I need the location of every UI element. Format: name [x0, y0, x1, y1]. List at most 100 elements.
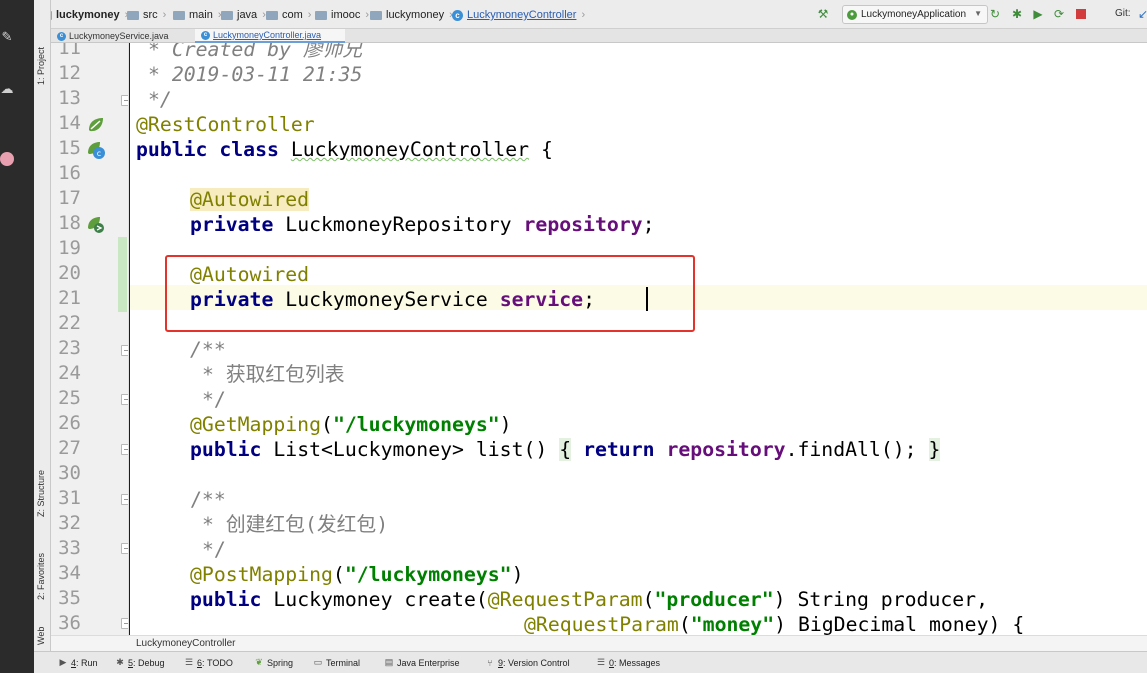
app-avatar-icon[interactable] [0, 152, 14, 166]
editor-gutter: 11 12 13 14 15 16 17 18 19 20 21 22 23 2… [51, 43, 129, 635]
breadcrumb-main[interactable]: main › [173, 7, 222, 23]
web-tool-tab[interactable]: Web [34, 608, 51, 648]
fold-marker-icon[interactable] [121, 345, 128, 356]
tab-debug[interactable]: ✱ 5: Debug [115, 655, 164, 670]
line-number: 13 [58, 87, 81, 109]
breadcrumb-com[interactable]: com › [266, 7, 311, 23]
terminal-icon: ▭ [313, 657, 323, 667]
line-number: 24 [58, 362, 81, 384]
code-line-14: @RestController [136, 113, 315, 136]
tab-java-enterprise[interactable]: ▤ Java Enterprise [384, 655, 460, 670]
favorites-tool-tab[interactable]: 2: Favorites [34, 530, 51, 605]
editor-breadcrumb-class[interactable]: LuckymoneyController [136, 638, 236, 649]
code-line-36: @RequestParam("money") BigDecimal money)… [524, 613, 1025, 635]
code-line-33: */ [202, 538, 226, 561]
spring-bean-icon[interactable] [86, 115, 106, 135]
line-number: 35 [58, 587, 81, 609]
code-editor[interactable]: * Created by 廖师兄 * 2019-03-11 21:35 */ @… [130, 43, 1147, 635]
line-number: 15 [58, 137, 81, 159]
fold-marker-icon[interactable] [121, 618, 128, 629]
line-number: 22 [58, 312, 81, 334]
folder-icon [370, 10, 382, 20]
fold-marker-icon[interactable] [121, 543, 128, 554]
git-label: Git: [1115, 8, 1131, 19]
editor-breadcrumb: LuckymoneyController [51, 635, 1147, 651]
line-number: 32 [58, 512, 81, 534]
line-number: 16 [58, 162, 81, 184]
build-hammer-icon[interactable]: ⚒ [816, 7, 830, 21]
code-line-11: * Created by 廖师兄 [148, 43, 363, 61]
spring-class-icon[interactable]: c [86, 140, 106, 160]
code-line-27: public List<Luckymoney> list() { return … [190, 438, 941, 461]
structure-tool-tab[interactable]: Z: Structure [34, 455, 51, 525]
run-configuration-select[interactable]: ● LuckymoneyApplication ▼ [842, 5, 988, 24]
pencil-icon[interactable]: ✎ [0, 30, 14, 44]
update-running-icon[interactable]: ⟳ [1052, 7, 1066, 21]
rerun-icon[interactable]: ↻ [988, 7, 1002, 21]
java-enterprise-icon: ▤ [384, 657, 394, 667]
breadcrumb-project[interactable]: luckymoney› [40, 7, 128, 23]
tab-terminal[interactable]: ▭ Terminal [313, 655, 360, 670]
fold-marker-icon[interactable] [121, 494, 128, 505]
editor-tab-bar: c LuckymoneyService.java c LuckymoneyCon… [51, 29, 1147, 43]
class-icon: c [57, 31, 66, 41]
tab-messages[interactable]: ☰ 0: Messages [596, 655, 660, 670]
tab-luckymoney-service[interactable]: c LuckymoneyService.java [51, 29, 191, 43]
line-number: 25 [58, 387, 81, 409]
vcs-change-marker[interactable] [118, 237, 127, 312]
tab-run[interactable]: ▶ 4: Run [58, 655, 98, 670]
code-line-34: @PostMapping("/luckymoneys") [190, 563, 524, 586]
breadcrumb-imooc[interactable]: imooc › [315, 7, 369, 23]
line-number: 11 [58, 43, 81, 59]
line-number: 27 [58, 437, 81, 459]
tab-luckymoney-controller[interactable]: c LuckymoneyController.java [195, 29, 345, 43]
code-line-32: * 创建红包(发红包) [202, 513, 389, 536]
fold-marker-icon[interactable] [121, 394, 128, 405]
line-number: 26 [58, 412, 81, 434]
tab-todo[interactable]: ☰ 6: TODO [184, 655, 233, 670]
line-number: 19 [58, 237, 81, 259]
project-tool-tab[interactable]: 1: Project [34, 30, 51, 90]
class-icon: c [201, 30, 210, 40]
navigation-bar: luckymoney› src› main› java› com› imooc›… [34, 0, 1147, 29]
line-number: 12 [58, 62, 81, 84]
code-line-24: * 获取红包列表 [202, 363, 345, 386]
line-number: 30 [58, 462, 81, 484]
folder-icon [127, 10, 139, 20]
run-coverage-icon[interactable]: ▶ [1031, 7, 1045, 21]
folder-icon [173, 10, 185, 20]
code-line-26: @GetMapping("/luckymoneys") [190, 413, 512, 436]
debug-icon: ✱ [116, 657, 124, 667]
code-line-18: private LuckmoneyRepository repository; [190, 213, 655, 236]
code-line-15: public class LuckymoneyController { [136, 138, 553, 161]
breadcrumb-java[interactable]: java › [221, 7, 266, 23]
left-tool-window-bar: 1: Project Z: Structure 2: Favorites Web [34, 0, 51, 651]
fold-marker-icon[interactable] [121, 444, 128, 455]
stop-icon[interactable] [1074, 7, 1088, 21]
bottom-tool-window-bar: ▶ 4: Run ✱ 5: Debug ☰ 6: TODO ❦ Spring ▭ Term… [34, 651, 1147, 673]
debug-bug-icon[interactable]: ✱ [1010, 7, 1024, 21]
git-update-icon[interactable]: ↙ [1136, 7, 1147, 21]
autowired-navigate-icon[interactable] [86, 215, 106, 235]
fold-marker-icon[interactable] [121, 95, 128, 106]
spring-leaf-icon: ❦ [255, 657, 263, 667]
tab-spring[interactable]: ❦ Spring [254, 655, 293, 670]
breadcrumb-src[interactable]: src › [127, 7, 166, 23]
tab-version-control[interactable]: ⑂ 9: Version Control [485, 655, 569, 670]
line-number: 31 [58, 487, 81, 509]
breadcrumb-luckymoney[interactable]: luckymoney › [370, 7, 453, 23]
line-number: 20 [58, 262, 81, 284]
line-number: 33 [58, 537, 81, 559]
code-line-35: public Luckymoney create(@RequestParam("… [190, 588, 988, 611]
spring-app-icon: ● [847, 9, 857, 20]
line-number: 36 [58, 612, 81, 634]
chevron-down-icon: ▼ [974, 9, 982, 18]
os-side-strip: ✎ ☁ [0, 0, 34, 673]
breadcrumb-controller[interactable]: c LuckymoneyController › [452, 7, 585, 23]
class-icon: c [452, 9, 463, 21]
run-icon: ▶ [59, 657, 67, 667]
cloud-icon[interactable]: ☁ [0, 82, 14, 96]
code-line-23: /** [190, 338, 226, 361]
folder-icon [221, 10, 233, 20]
line-number: 17 [58, 187, 81, 209]
